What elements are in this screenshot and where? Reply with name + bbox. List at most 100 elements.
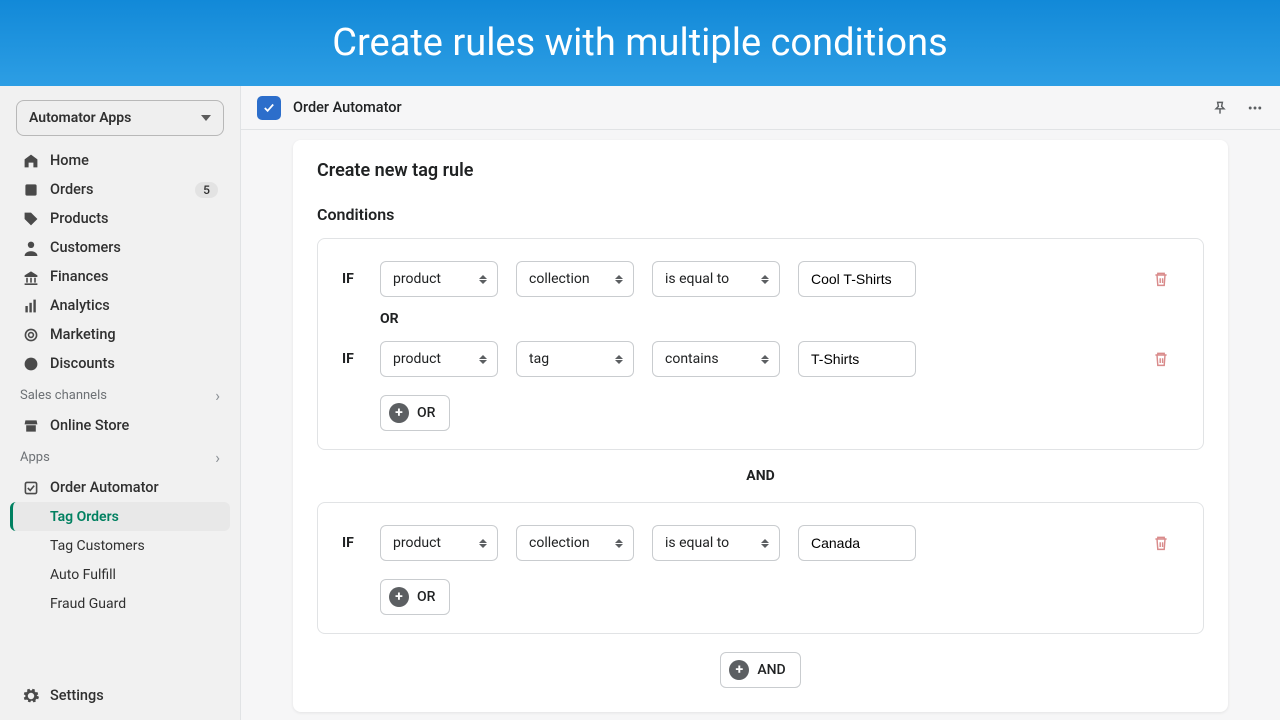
subnav-fraud-guard[interactable]: Fraud Guard [10, 589, 230, 618]
select-arrows-icon [479, 275, 487, 284]
card-title: Create new tag rule [317, 160, 1204, 181]
operator-select[interactable]: contains [652, 341, 780, 377]
condition-row: IF product collection is equal to [342, 525, 1179, 561]
select-value: contains [665, 351, 761, 367]
nav-orders[interactable]: Orders 5 [10, 175, 230, 204]
condition-row: IF product collection is equal to [342, 261, 1179, 297]
nav-label: Discounts [50, 355, 218, 372]
home-icon [22, 152, 40, 170]
orders-icon [22, 181, 40, 199]
nav-label: Marketing [50, 326, 218, 343]
field-select[interactable]: product [380, 525, 498, 561]
subnav-label: Fraud Guard [50, 596, 126, 612]
nav-products[interactable]: Products [10, 204, 230, 233]
gear-icon [22, 687, 40, 705]
app-icon [22, 479, 40, 497]
pin-icon[interactable] [1212, 100, 1228, 116]
delete-button[interactable] [1151, 350, 1171, 368]
sales-channels-header[interactable]: Sales channels › [8, 378, 232, 411]
nav-finances[interactable]: Finances [10, 262, 230, 291]
add-or-label: OR [417, 405, 435, 421]
bank-icon [22, 268, 40, 286]
plus-icon: + [389, 403, 409, 423]
more-icon[interactable] [1246, 100, 1264, 116]
chevron-right-icon: › [215, 448, 220, 467]
sidebar: Automator Apps Home Orders 5 Products Cu… [0, 86, 240, 720]
chevron-right-icon: › [215, 386, 220, 405]
nav-discounts[interactable]: Discounts [10, 349, 230, 378]
nav-label: Products [50, 210, 218, 227]
analytics-icon [22, 297, 40, 315]
nav-marketing[interactable]: Marketing [10, 320, 230, 349]
app-logo-icon [257, 96, 281, 120]
select-arrows-icon [615, 275, 623, 284]
subnav-tag-orders[interactable]: Tag Orders [10, 502, 230, 531]
select-arrows-icon [615, 355, 623, 364]
chevron-down-icon [201, 115, 211, 121]
subnav-auto-fulfill[interactable]: Auto Fulfill [10, 560, 230, 589]
tag-icon [22, 210, 40, 228]
if-label: IF [342, 535, 362, 551]
nav-label: Settings [50, 687, 218, 704]
select-value: collection [529, 535, 615, 551]
nav-online-store[interactable]: Online Store [10, 411, 230, 440]
select-value: product [393, 351, 479, 367]
topbar-title: Order Automator [293, 99, 1212, 116]
and-separator: AND [317, 468, 1204, 484]
field-select[interactable]: product [380, 261, 498, 297]
if-label: IF [342, 351, 362, 367]
add-or-button[interactable]: + OR [380, 579, 450, 615]
orders-badge: 5 [195, 182, 218, 198]
condition-group: IF product collection is equal to OR IF … [317, 238, 1204, 450]
value-input[interactable] [798, 261, 916, 297]
subnav-label: Tag Customers [50, 538, 145, 554]
if-label: IF [342, 271, 362, 287]
attribute-select[interactable]: collection [516, 525, 634, 561]
target-icon [22, 326, 40, 344]
add-or-button[interactable]: + OR [380, 395, 450, 431]
add-and-button[interactable]: + AND [720, 652, 800, 688]
attribute-select[interactable]: tag [516, 341, 634, 377]
select-value: is equal to [665, 271, 761, 287]
operator-select[interactable]: is equal to [652, 261, 780, 297]
delete-button[interactable] [1151, 534, 1171, 552]
nav-label: Online Store [50, 417, 218, 434]
person-icon [22, 239, 40, 257]
select-arrows-icon [761, 275, 769, 284]
apps-header[interactable]: Apps › [8, 440, 232, 473]
delete-button[interactable] [1151, 270, 1171, 288]
main-content: Order Automator Create new tag rule Cond… [240, 86, 1280, 720]
plus-icon: + [389, 587, 409, 607]
add-or-label: OR [417, 589, 435, 605]
nav-customers[interactable]: Customers [10, 233, 230, 262]
section-label: Sales channels [20, 388, 107, 403]
subnav-label: Tag Orders [50, 509, 119, 525]
nav-label: Analytics [50, 297, 218, 314]
select-value: collection [529, 271, 615, 287]
nav-label: Home [50, 152, 218, 169]
nav-analytics[interactable]: Analytics [10, 291, 230, 320]
subnav-tag-customers[interactable]: Tag Customers [10, 531, 230, 560]
or-separator: OR [380, 311, 1179, 327]
select-value: product [393, 535, 479, 551]
condition-group: IF product collection is equal to + OR [317, 502, 1204, 634]
select-value: tag [529, 351, 615, 367]
select-arrows-icon [761, 539, 769, 548]
nav-order-automator[interactable]: Order Automator [10, 473, 230, 502]
select-arrows-icon [615, 539, 623, 548]
nav-settings[interactable]: Settings [10, 681, 230, 710]
subnav-label: Auto Fulfill [50, 567, 116, 583]
nav-label: Finances [50, 268, 218, 285]
operator-select[interactable]: is equal to [652, 525, 780, 561]
value-input[interactable] [798, 525, 916, 561]
nav-home[interactable]: Home [10, 146, 230, 175]
app-selector[interactable]: Automator Apps [16, 100, 224, 136]
store-icon [22, 417, 40, 435]
attribute-select[interactable]: collection [516, 261, 634, 297]
section-label: Apps [20, 450, 50, 465]
field-select[interactable]: product [380, 341, 498, 377]
value-input[interactable] [798, 341, 916, 377]
select-value: is equal to [665, 535, 761, 551]
condition-row: IF product tag contains [342, 341, 1179, 377]
app-selector-label: Automator Apps [29, 110, 201, 126]
